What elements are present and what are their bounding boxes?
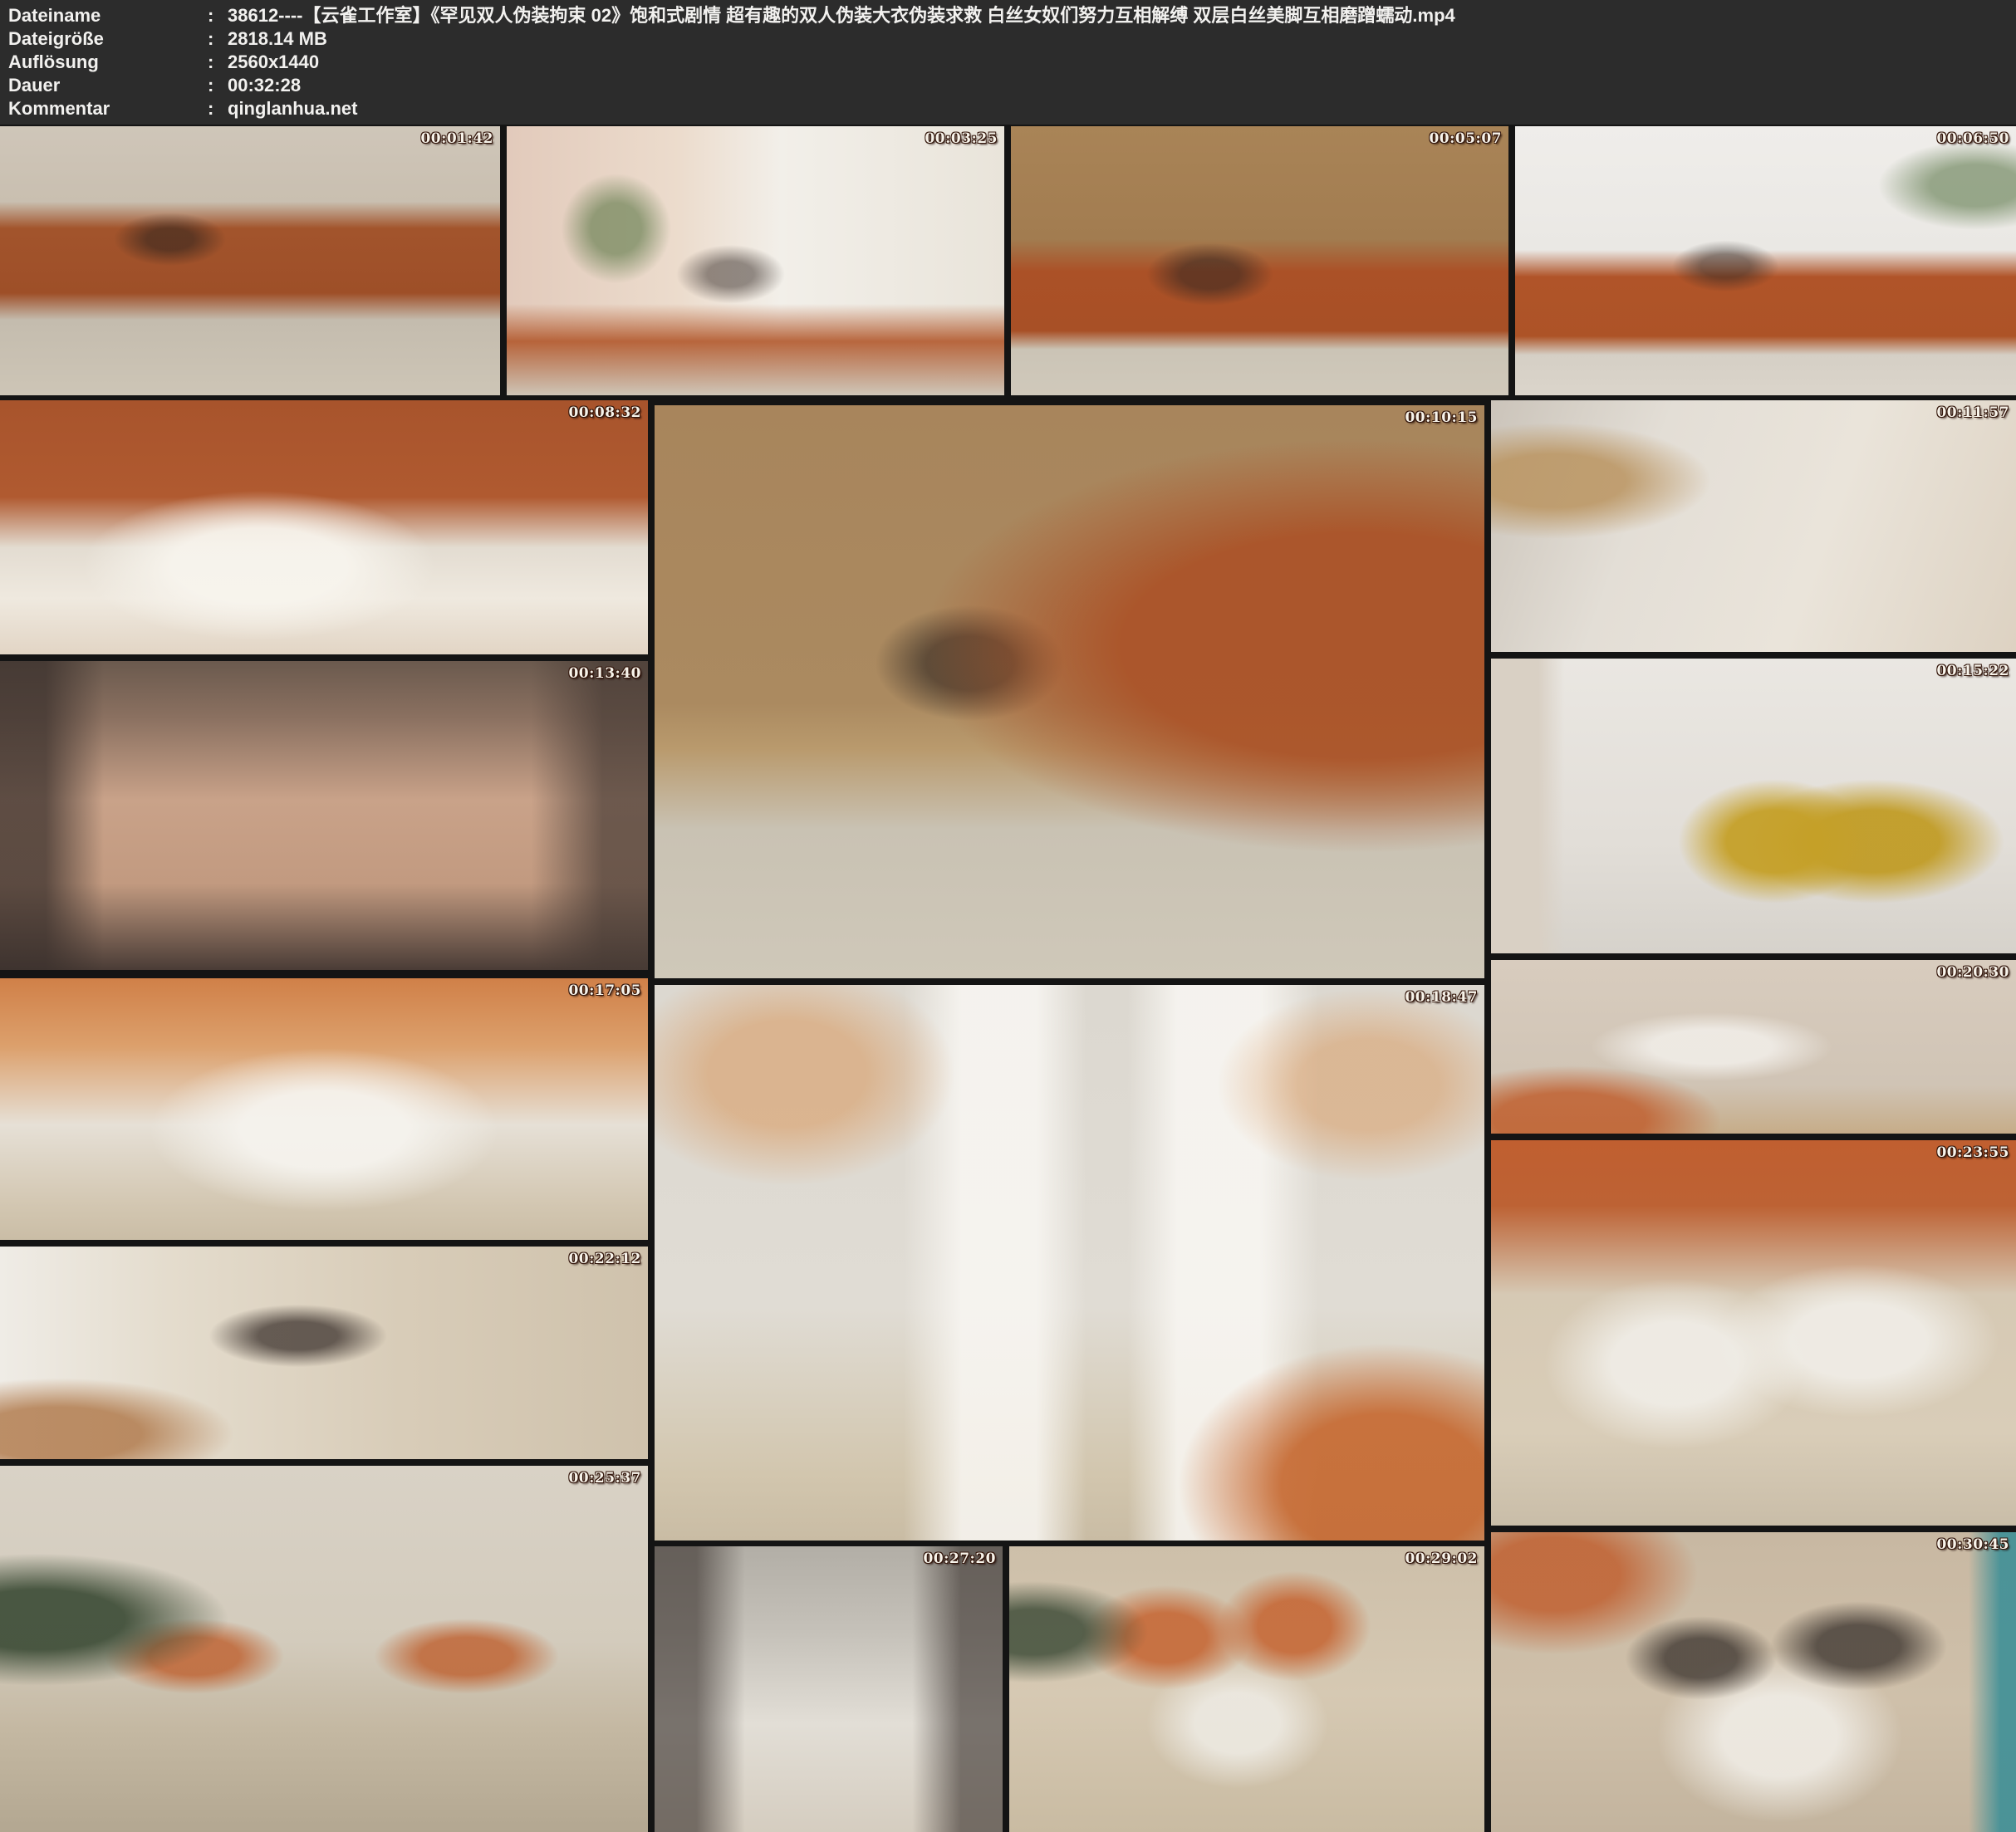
thumbnail-timestamp: 00:01:42 [420, 130, 493, 147]
video-thumbnail: 00:03:25 [507, 126, 1004, 395]
field-label: Kommentar [8, 97, 208, 120]
field-label: Dateigröße [8, 27, 208, 51]
video-thumbnail: 00:23:55 [1491, 1140, 2016, 1526]
field-separator: : [208, 74, 228, 97]
file-info-row: Dateiname : 38612----【云雀工作室】《罕见双人伪装拘束 02… [8, 4, 2016, 27]
video-thumbnail: 00:06:50 [1515, 126, 2016, 395]
file-info-header: Dateiname : 38612----【云雀工作室】《罕见双人伪装拘束 02… [0, 0, 2016, 125]
field-separator: : [208, 4, 228, 27]
thumbnail-timestamp: 00:23:55 [1936, 1144, 2009, 1161]
file-info-row: Auflösung : 2560x1440 [8, 51, 2016, 74]
thumbnail-timestamp: 00:11:57 [1936, 404, 2009, 421]
duration-value: 00:32:28 [228, 74, 2016, 97]
video-thumbnail: 00:01:42 [0, 126, 500, 395]
file-info-row: Kommentar : qinglanhua.net [8, 97, 2016, 120]
thumbnail-timestamp: 00:13:40 [568, 665, 641, 682]
field-label: Dauer [8, 74, 208, 97]
video-thumbnail: 00:08:32 [0, 400, 648, 654]
video-thumbnail: 00:17:05 [0, 978, 648, 1240]
thumbnail-timestamp: 00:15:22 [1936, 663, 2009, 679]
contact-sheet: 00:01:42 00:03:25 00:05:07 00:06:50 00:08:32… [0, 0, 2016, 1832]
video-thumbnail: 00:22:12 [0, 1247, 648, 1459]
thumbnail-timestamp: 00:03:25 [925, 130, 998, 147]
field-separator: : [208, 97, 228, 120]
video-thumbnail: 00:29:02 [1009, 1546, 1484, 1832]
field-label: Auflösung [8, 51, 208, 74]
video-thumbnail: 00:27:20 [655, 1546, 1003, 1832]
thumbnail-timestamp: 00:06:50 [1936, 130, 2009, 147]
thumbnail-timestamp: 00:30:45 [1936, 1536, 2009, 1553]
thumbnail-timestamp: 00:18:47 [1405, 989, 1478, 1006]
thumbnail-timestamp: 00:25:37 [568, 1470, 641, 1487]
thumbnail-timestamp: 00:20:30 [1936, 964, 2009, 981]
filesize-value: 2818.14 MB [228, 27, 2016, 51]
resolution-value: 2560x1440 [228, 51, 2016, 74]
thumbnail-timestamp: 00:29:02 [1405, 1550, 1478, 1567]
video-thumbnail: 00:20:30 [1491, 960, 2016, 1134]
video-thumbnail: 00:10:15 [655, 405, 1484, 978]
thumbnail-timestamp: 00:17:05 [568, 982, 641, 999]
video-thumbnail: 00:05:07 [1011, 126, 1508, 395]
video-thumbnail: 00:25:37 [0, 1466, 648, 1832]
video-thumbnail: 00:30:45 [1491, 1532, 2016, 1832]
video-thumbnail: 00:15:22 [1491, 659, 2016, 953]
video-thumbnail: 00:13:40 [0, 661, 648, 970]
file-info-row: Dateigröße : 2818.14 MB [8, 27, 2016, 51]
thumbnail-timestamp: 00:10:15 [1405, 409, 1478, 426]
thumbnail-timestamp: 00:22:12 [568, 1251, 641, 1267]
video-thumbnail: 00:11:57 [1491, 400, 2016, 652]
thumbnail-timestamp: 00:05:07 [1429, 130, 1502, 147]
thumbnail-timestamp: 00:08:32 [568, 404, 641, 421]
filename-value: 38612----【云雀工作室】《罕见双人伪装拘束 02》饱和式剧情 超有趣的双… [228, 4, 2016, 27]
video-thumbnail: 00:18:47 [655, 985, 1484, 1541]
thumbnail-timestamp: 00:27:20 [923, 1550, 996, 1567]
field-label: Dateiname [8, 4, 208, 27]
comment-value: qinglanhua.net [228, 97, 2016, 120]
file-info-row: Dauer : 00:32:28 [8, 74, 2016, 97]
field-separator: : [208, 51, 228, 74]
field-separator: : [208, 27, 228, 51]
